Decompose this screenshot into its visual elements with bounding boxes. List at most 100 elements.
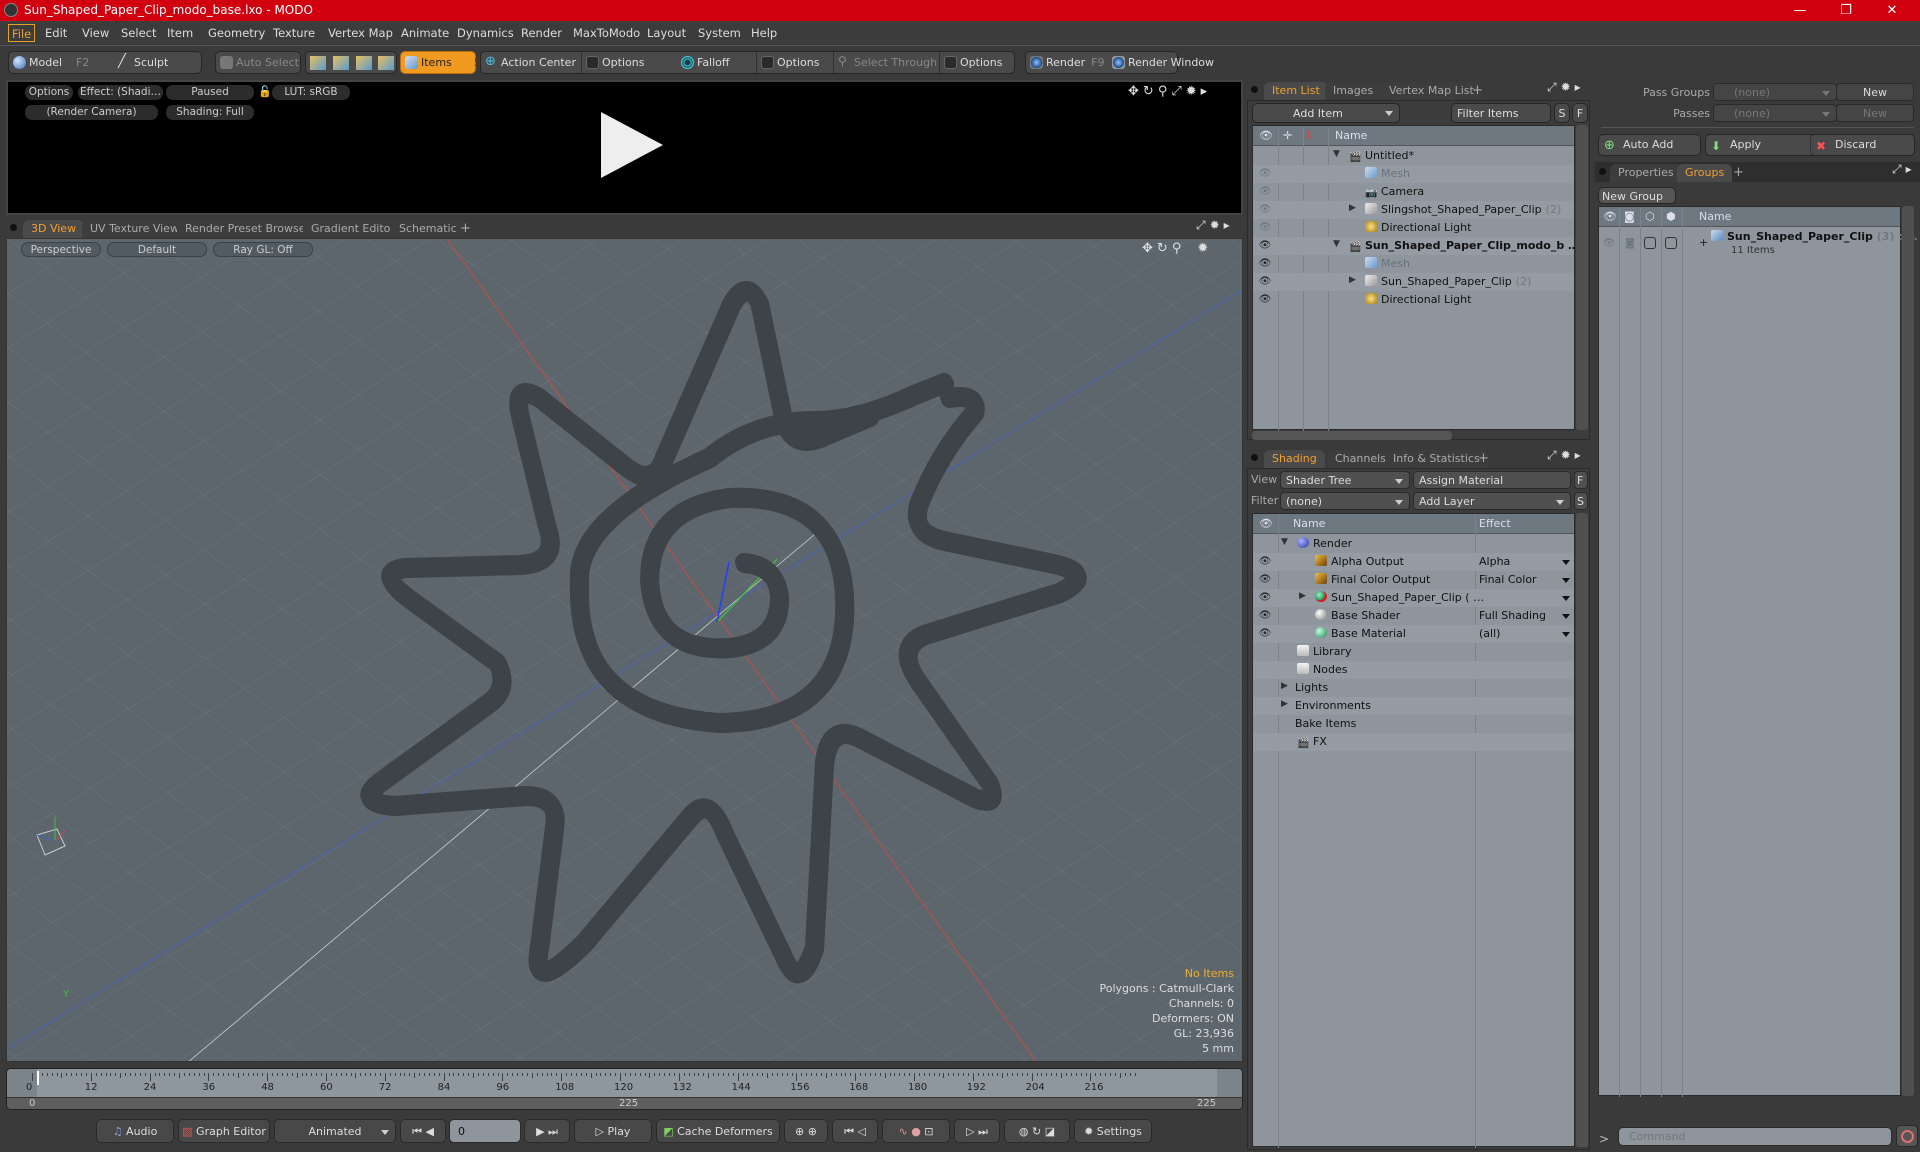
close-button[interactable]: ✕: [1869, 0, 1915, 21]
add-tab-button[interactable]: +: [1468, 82, 1487, 100]
rotate-icon[interactable]: ↻: [1157, 241, 1172, 256]
gear-icon[interactable]: ✹: [1210, 218, 1224, 232]
prev-key-icon[interactable]: ◁: [857, 1125, 865, 1138]
pan-icon[interactable]: ✥: [1128, 84, 1143, 99]
render-camera-dropdown[interactable]: (Render Camera): [25, 105, 158, 120]
shading-dropdown[interactable]: Shading: Full: [166, 105, 254, 120]
tab-item-list[interactable]: Item List: [1264, 82, 1328, 100]
tab-gradient-editor[interactable]: Gradient Editor: [303, 220, 403, 238]
s-button[interactable]: S: [1574, 492, 1588, 510]
menu-geometry[interactable]: Geometry: [205, 24, 268, 42]
maximize-icon[interactable]: ⤢: [1196, 218, 1210, 232]
menu-help[interactable]: Help: [748, 24, 780, 42]
f-button[interactable]: F: [1574, 471, 1588, 489]
options-button-3[interactable]: Options: [940, 52, 1002, 73]
gear-icon[interactable]: ✹: [1561, 448, 1575, 462]
maximize-button[interactable]: ❐: [1823, 0, 1869, 21]
action-center-button[interactable]: ⊕ Action Center: [481, 52, 576, 73]
options-button-1[interactable]: Options: [582, 52, 644, 73]
add-tab-button[interactable]: +: [1474, 450, 1493, 468]
shader-tree-row[interactable]: ▼ Render: [1253, 535, 1574, 553]
next-key-icon[interactable]: ▷: [966, 1125, 974, 1138]
expand-arrow-icon[interactable]: ▶: [1349, 203, 1356, 213]
timeline-range-bar[interactable]: 0 225 225: [7, 1097, 1242, 1109]
group-row[interactable]: 👁 ◙ + Sun_Shaped_Paper_Clip (3) : … 11 I…: [1599, 228, 1918, 262]
timeline-ruler[interactable]: 0 12 24 36 48 60 72 84 96 108 120 132 144 156 168 180 19…: [7, 1069, 1242, 1097]
3d-viewport[interactable]: Perspective Default Ray GL: Off ✥↻⚲ ✹ Y N…: [6, 238, 1243, 1062]
render-button[interactable]: Render F9: [1026, 52, 1105, 73]
expand-arrow-icon[interactable]: ▸: [1201, 84, 1212, 99]
shader-tree-row[interactable]: 👁 Final Color Output Final Color: [1253, 571, 1574, 589]
visibility-toggle-icon[interactable]: 👁: [1602, 239, 1616, 249]
current-frame-input[interactable]: 0: [449, 1119, 521, 1143]
vertices-mode-icon[interactable]: [310, 56, 326, 70]
select-checkbox[interactable]: [1644, 237, 1656, 249]
add-item-dropdown[interactable]: Add Item: [1252, 103, 1400, 123]
new-pass-button[interactable]: New: [1836, 104, 1914, 122]
new-pass-group-button[interactable]: New: [1836, 83, 1914, 101]
command-input[interactable]: [1618, 1127, 1892, 1146]
key-filter-icon[interactable]: ⊡: [924, 1125, 933, 1138]
next-key-icon[interactable]: ▶: [536, 1125, 544, 1138]
collapse-arrow-icon[interactable]: ▼: [1333, 149, 1340, 159]
first-key-icon[interactable]: ⏮: [844, 1125, 854, 1138]
maximize-icon[interactable]: ⤢: [1547, 80, 1561, 94]
menu-item[interactable]: Item: [164, 24, 196, 42]
visibility-toggle-icon[interactable]: 👁: [1258, 611, 1272, 621]
item-list-row[interactable]: 👁 📷 Camera: [1253, 183, 1574, 201]
expand-arrow-icon[interactable]: ▶: [1281, 699, 1288, 709]
item-list-vscrollbar[interactable]: [1576, 125, 1588, 430]
menu-texture[interactable]: Texture: [270, 24, 318, 42]
expand-arrow-icon[interactable]: ▶: [1281, 681, 1288, 691]
item-list-row[interactable]: ▼ 🎬 Untitled*: [1253, 147, 1574, 165]
last-key-icon[interactable]: ⏭: [978, 1125, 988, 1138]
model-button[interactable]: Model F2: [9, 52, 89, 73]
go-to-end-icon[interactable]: ⏭: [548, 1125, 558, 1138]
tab-groups[interactable]: Groups: [1677, 164, 1733, 182]
shader-tree-row[interactable]: Bake Items: [1253, 715, 1574, 733]
s-filter-button[interactable]: S: [1554, 103, 1570, 123]
effect-dropdown-arrow-icon[interactable]: [1562, 578, 1570, 583]
shader-tree-row[interactable]: Nodes: [1253, 661, 1574, 679]
tab-shading[interactable]: Shading: [1264, 450, 1325, 468]
auto-key-icon[interactable]: ∿: [898, 1125, 907, 1138]
tab-render-preset-browser[interactable]: Render Preset Browser: [177, 220, 319, 238]
expand-arrow-icon[interactable]: ▶: [1299, 591, 1306, 601]
settings-button[interactable]: ✹ Settings: [1074, 1119, 1152, 1143]
discard-button[interactable]: ✖ Discard: [1810, 134, 1915, 156]
visibility-toggle-icon[interactable]: 👁: [1258, 187, 1272, 197]
play-render-icon[interactable]: [601, 112, 663, 178]
expand-arrow-icon[interactable]: ▸: [1575, 80, 1585, 94]
audio-button[interactable]: ♫ Audio: [96, 1119, 174, 1143]
visibility-toggle-icon[interactable]: 👁: [1258, 593, 1272, 603]
gear-icon[interactable]: ✹: [1186, 84, 1201, 99]
item-list-row[interactable]: 👁 Directional Light: [1253, 291, 1574, 309]
visibility-toggle-icon[interactable]: 👁: [1258, 629, 1272, 639]
tab-channels[interactable]: Channels: [1327, 450, 1394, 468]
items-mode-button[interactable]: Items 5: [400, 51, 481, 74]
play-button[interactable]: ▷ Play: [574, 1119, 652, 1143]
tab-properties[interactable]: Properties: [1610, 164, 1682, 182]
expand-arrow-icon[interactable]: ▸: [1575, 448, 1585, 462]
record-icon[interactable]: ●: [911, 1125, 921, 1138]
menu-edit[interactable]: Edit: [42, 24, 70, 42]
visibility-toggle-icon[interactable]: 👁: [1258, 575, 1272, 585]
pass-groups-dropdown[interactable]: (none): [1713, 83, 1837, 101]
menu-file[interactable]: File: [8, 24, 36, 42]
item-list-row[interactable]: 👁 ▶ Sun_Shaped_Paper_Clip (2): [1253, 273, 1574, 291]
shader-tree-scrollbar[interactable]: [1576, 513, 1588, 1147]
menu-vertex-map[interactable]: Vertex Map: [325, 24, 396, 42]
gear-icon[interactable]: ✹: [1561, 80, 1575, 94]
default-style-dropdown[interactable]: Default: [107, 242, 207, 257]
visibility-toggle-icon[interactable]: 👁: [1258, 223, 1272, 233]
step-icon[interactable]: ◪: [1045, 1125, 1055, 1138]
visibility-toggle-icon[interactable]: 👁: [1258, 259, 1272, 269]
effect-dropdown-arrow-icon[interactable]: [1562, 632, 1570, 637]
menu-select[interactable]: Select: [118, 24, 159, 42]
sculpt-button[interactable]: ╱ Sculpt: [114, 52, 168, 73]
item-list-row[interactable]: 👁 Mesh: [1253, 255, 1574, 273]
expand-arrow-icon[interactable]: ▸: [1224, 218, 1234, 232]
tab-vertex-map-list[interactable]: Vertex Map List: [1381, 82, 1482, 100]
tab-3d-view[interactable]: 3D View: [23, 220, 85, 238]
menu-dynamics[interactable]: Dynamics: [454, 24, 517, 42]
